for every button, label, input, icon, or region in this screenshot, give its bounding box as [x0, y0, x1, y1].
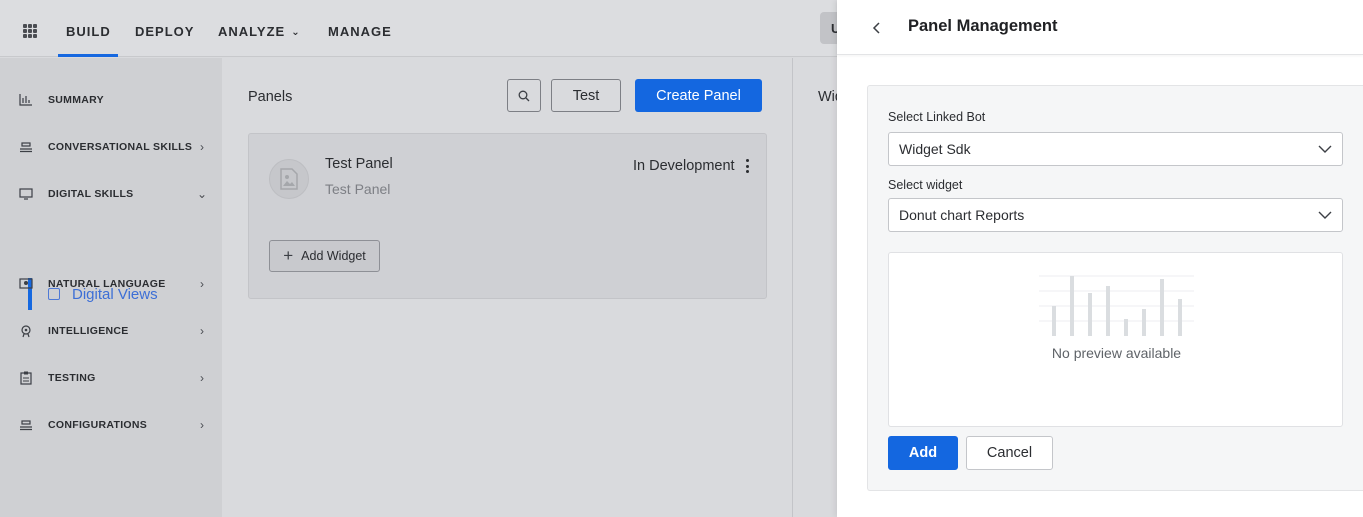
chevron-down-icon [1318, 211, 1332, 219]
sidebar: SUMMARY CONVERSATIONAL SKILLS › DIGITAL … [0, 58, 222, 517]
linked-bot-label: Select Linked Bot [888, 110, 986, 124]
chevron-down-icon: ⌄ [291, 27, 301, 38]
plus-icon: + [283, 246, 294, 265]
sidebar-item-label: DIGITAL SKILLS [48, 188, 134, 200]
apps-grid-icon[interactable] [23, 24, 37, 38]
nav-analyze-label: ANALYZE [218, 24, 286, 39]
nav-analyze[interactable]: ANALYZE ⌄ [218, 24, 301, 39]
more-options-icon[interactable] [744, 159, 750, 173]
panel-management-drawer: Panel Management Select Linked Bot Widge… [837, 0, 1363, 517]
chevron-right-icon: › [200, 418, 204, 432]
empty-chart-icon [1039, 275, 1194, 336]
chevron-left-icon[interactable] [869, 19, 885, 37]
chevron-right-icon: › [200, 277, 204, 291]
create-panel-button[interactable]: Create Panel [635, 79, 762, 112]
cancel-button[interactable]: Cancel [966, 436, 1053, 470]
widget-preview: No preview available [888, 252, 1343, 427]
sidebar-item-intelligence[interactable]: INTELLIGENCE › [18, 321, 208, 341]
sidebar-item-testing[interactable]: TESTING › [18, 368, 208, 388]
sidebar-item-digital-skills[interactable]: DIGITAL SKILLS ⌄ [18, 184, 208, 204]
widget-value: Donut chart Reports [899, 207, 1025, 223]
divider [792, 58, 793, 517]
language-icon [18, 276, 34, 292]
sidebar-item-label: TESTING [48, 372, 96, 384]
page-title: Panels [248, 89, 293, 105]
add-widget-label: Add Widget [301, 249, 366, 263]
panels-area: Panels Test Create Panel Test Panel Test… [222, 58, 792, 517]
chevron-down-icon [1318, 145, 1332, 153]
sidebar-item-label: CONFIGURATIONS [48, 419, 148, 431]
search-icon [518, 90, 530, 101]
search-button[interactable] [507, 79, 541, 112]
status-badge: In Development [633, 158, 735, 174]
sidebar-item-conversational-skills[interactable]: CONVERSATIONAL SKILLS › [18, 137, 208, 157]
widget-form: Select Linked Bot Widget Sdk Select widg… [867, 85, 1363, 491]
nav-active-indicator [58, 54, 118, 57]
image-placeholder-icon [269, 159, 309, 199]
add-widget-button[interactable]: + Add Widget [269, 240, 380, 272]
panel-card[interactable]: Test Panel Test Panel In Development + Ad… [248, 133, 767, 299]
widget-select[interactable]: Donut chart Reports [888, 198, 1343, 232]
brain-icon [18, 323, 34, 339]
sidebar-item-summary[interactable]: SUMMARY [18, 90, 208, 110]
stack-icon [18, 139, 34, 155]
stack-icon [18, 417, 34, 433]
chevron-right-icon: › [200, 324, 204, 338]
sidebar-item-label: INTELLIGENCE [48, 325, 129, 337]
add-button[interactable]: Add [888, 436, 958, 470]
sidebar-item-natural-language[interactable]: NATURAL LANGUAGE › [18, 274, 208, 294]
panel-title: Test Panel [325, 156, 393, 172]
chevron-down-icon: ⌄ [196, 187, 208, 201]
sidebar-item-label: SUMMARY [48, 94, 104, 106]
test-button[interactable]: Test [551, 79, 621, 112]
nav-manage[interactable]: MANAGE [328, 24, 392, 39]
nav-deploy[interactable]: DEPLOY [135, 24, 194, 39]
linked-bot-value: Widget Sdk [899, 141, 971, 157]
nav-build[interactable]: BUILD [66, 24, 111, 39]
sidebar-item-configurations[interactable]: CONFIGURATIONS › [18, 415, 208, 435]
sidebar-item-label: CONVERSATIONAL SKILLS [48, 141, 193, 153]
sidebar-item-label: NATURAL LANGUAGE [48, 278, 166, 290]
drawer-title: Panel Management [908, 17, 1058, 35]
linked-bot-select[interactable]: Widget Sdk [888, 132, 1343, 166]
drawer-header: Panel Management [837, 0, 1363, 55]
widget-label: Select widget [888, 178, 963, 192]
chevron-right-icon: › [200, 371, 204, 385]
bar-chart-icon [18, 92, 34, 108]
panel-subtitle: Test Panel [325, 181, 391, 197]
monitor-icon [18, 186, 34, 202]
chevron-right-icon: › [200, 140, 204, 154]
no-preview-text: No preview available [1051, 345, 1182, 361]
clipboard-icon [18, 370, 34, 386]
